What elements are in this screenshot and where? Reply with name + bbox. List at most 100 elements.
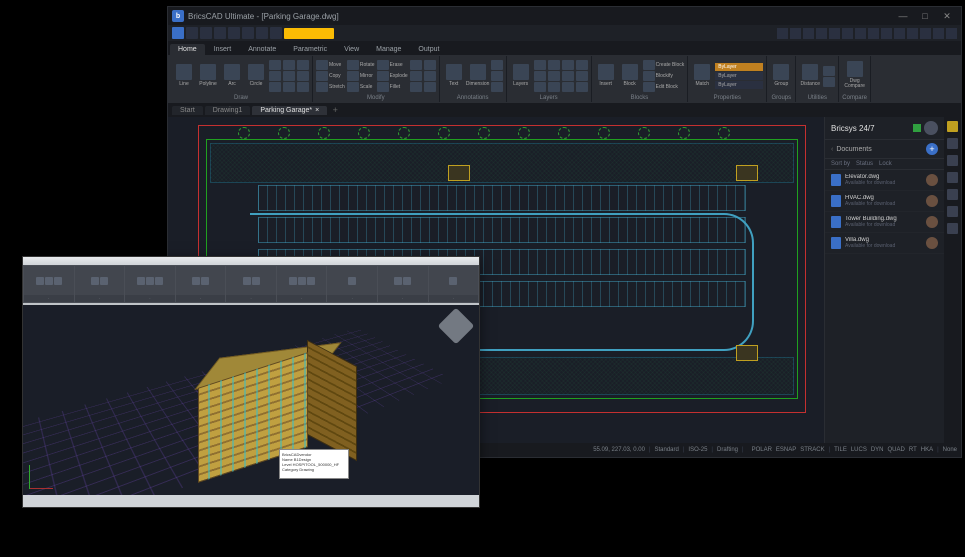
ribbon-tab-annotate[interactable]: Annotate — [240, 44, 284, 55]
layer-tool-icon[interactable] — [562, 60, 574, 70]
dimension-button[interactable]: Dimension — [467, 57, 489, 93]
sec-tool-icon[interactable] — [449, 277, 457, 285]
anno-tool-icon[interactable] — [491, 82, 503, 92]
sec-tool-icon[interactable] — [252, 277, 260, 285]
draw-tool-icon[interactable] — [283, 60, 295, 70]
sec-tool-icon[interactable] — [307, 277, 315, 285]
arc-button[interactable]: Arc — [221, 57, 243, 93]
sec-tool-icon[interactable] — [348, 277, 356, 285]
ribbon-tab-home[interactable]: Home — [170, 44, 205, 55]
status-selection[interactable]: None — [943, 447, 957, 453]
draw-tool-icon[interactable] — [297, 71, 309, 81]
circle-button[interactable]: Circle — [245, 57, 267, 93]
status-toggle[interactable]: STRACK — [800, 447, 824, 453]
status-toggle[interactable]: ESNAP — [776, 447, 796, 453]
sec-tool-icon[interactable] — [36, 277, 44, 285]
modify-tool-icon[interactable] — [424, 71, 436, 81]
insert-button[interactable]: Insert — [595, 57, 617, 93]
scale-icon[interactable] — [347, 82, 359, 92]
util-tool-icon[interactable] — [823, 66, 835, 76]
text-button[interactable]: Text — [443, 57, 465, 93]
status-dim-style[interactable]: ISO-25 — [688, 447, 707, 453]
line-button[interactable]: Line — [173, 57, 195, 93]
copy-icon[interactable] — [316, 71, 328, 81]
close-button[interactable]: ✕ — [937, 9, 957, 23]
sec-tool-icon[interactable] — [137, 277, 145, 285]
layers-panel-icon[interactable] — [947, 155, 958, 166]
layer-tool-icon[interactable] — [576, 60, 588, 70]
back-icon[interactable]: ‹ — [831, 146, 833, 153]
tips-icon[interactable] — [947, 121, 958, 132]
status-toggle[interactable]: DYN — [871, 447, 884, 453]
layer-tool-icon[interactable] — [548, 82, 560, 92]
layer-tool-icon[interactable] — [534, 60, 546, 70]
status-workspace[interactable]: Drafting — [717, 447, 738, 453]
layer-tool-icon[interactable] — [562, 71, 574, 81]
sec-tool-icon[interactable] — [289, 277, 297, 285]
qat-tool-icon[interactable] — [842, 28, 853, 39]
group-button[interactable]: Group — [770, 57, 792, 93]
user-avatar[interactable] — [924, 121, 938, 135]
stretch-icon[interactable] — [316, 82, 328, 92]
sec-tool-icon[interactable] — [100, 277, 108, 285]
status-toggle[interactable]: QUAD — [888, 447, 905, 453]
dwg-compare-button[interactable]: Dwg Compare — [844, 57, 866, 93]
move-icon[interactable] — [316, 60, 328, 70]
polyline-button[interactable]: Polyline — [197, 57, 219, 93]
layer-tool-icon[interactable] — [576, 82, 588, 92]
ribbon-tab-parametric[interactable]: Parametric — [285, 44, 335, 55]
ribbon-tab-view[interactable]: View — [336, 44, 367, 55]
qat-print-icon[interactable] — [228, 27, 240, 39]
view-cube[interactable] — [438, 308, 475, 345]
sec-ucs-icon[interactable] — [29, 459, 59, 489]
match-button[interactable]: Match — [691, 57, 713, 93]
status-toggle[interactable]: HKA — [921, 447, 933, 453]
blockify-icon[interactable] — [643, 71, 655, 81]
sec-tool-icon[interactable] — [201, 277, 209, 285]
draw-tool-icon[interactable] — [283, 71, 295, 81]
util-tool-icon[interactable] — [823, 77, 835, 87]
add-tab-button[interactable]: + — [329, 105, 341, 115]
sec-tool-icon[interactable] — [155, 277, 163, 285]
modify-tool-icon[interactable] — [410, 60, 422, 70]
sec-tool-icon[interactable] — [45, 277, 53, 285]
close-tab-icon[interactable]: × — [315, 107, 319, 114]
layer-tool-icon[interactable] — [534, 82, 546, 92]
fx-icon[interactable] — [947, 189, 958, 200]
qat-new-icon[interactable] — [186, 27, 198, 39]
sort-status[interactable]: Status — [856, 161, 873, 167]
sec-tool-icon[interactable] — [192, 277, 200, 285]
qat-workspace-icon[interactable] — [270, 27, 282, 39]
anno-tool-icon[interactable] — [491, 71, 503, 81]
modify-tool-icon[interactable] — [410, 71, 422, 81]
draw-tool-icon[interactable] — [297, 60, 309, 70]
qat-open-icon[interactable] — [200, 27, 212, 39]
fillet-icon[interactable] — [377, 82, 389, 92]
sec-tool-icon[interactable] — [91, 277, 99, 285]
file-item-elevator[interactable]: Elevator.dwgAvailable for download — [825, 170, 944, 191]
draw-tool-icon[interactable] — [269, 60, 281, 70]
sec-tool-icon[interactable] — [403, 277, 411, 285]
distance-button[interactable]: Distance — [799, 57, 821, 93]
qat-tool-icon[interactable] — [790, 28, 801, 39]
ribbon-tab-output[interactable]: Output — [410, 44, 447, 55]
doc-tab-parking-garage[interactable]: Parking Garage*× — [252, 106, 327, 115]
minimize-button[interactable]: — — [893, 9, 913, 23]
ribbon-tab-insert[interactable]: Insert — [206, 44, 240, 55]
qat-tool-icon[interactable] — [868, 28, 879, 39]
app-menu-button[interactable] — [172, 27, 184, 39]
qat-tool-icon[interactable] — [907, 28, 918, 39]
draw-tool-icon[interactable] — [269, 82, 281, 92]
sec-tool-icon[interactable] — [146, 277, 154, 285]
add-document-button[interactable]: + — [926, 143, 938, 155]
attach-icon[interactable] — [947, 172, 958, 183]
sec-tool-icon[interactable] — [394, 277, 402, 285]
panel-icon[interactable] — [947, 138, 958, 149]
status-toggle[interactable]: RT — [909, 447, 917, 453]
file-item-villa[interactable]: Villa.dwgAvailable for download — [825, 233, 944, 254]
doc-tab-drawing1[interactable]: Drawing1 — [205, 106, 251, 115]
status-text-style[interactable]: Standard — [654, 447, 678, 453]
block-button[interactable]: Block — [619, 57, 641, 93]
draw-tool-icon[interactable] — [283, 82, 295, 92]
layer-tool-icon[interactable] — [548, 60, 560, 70]
